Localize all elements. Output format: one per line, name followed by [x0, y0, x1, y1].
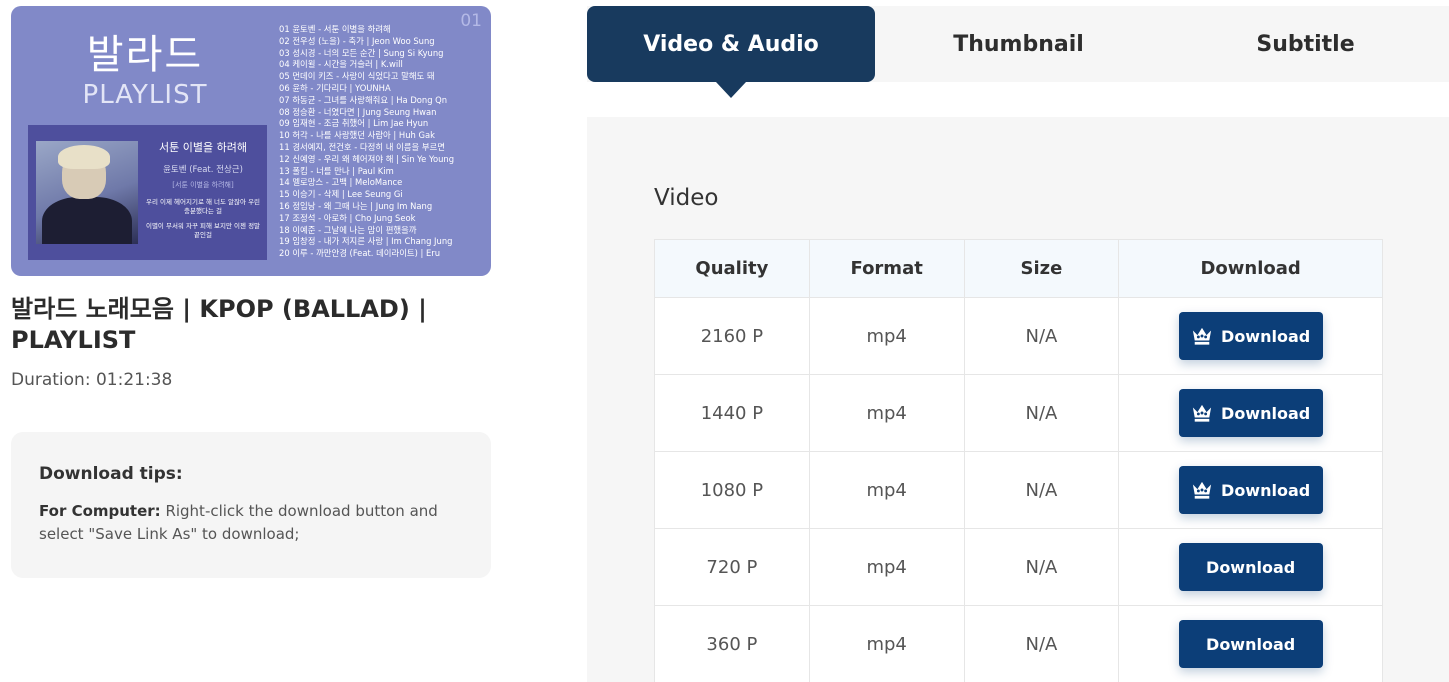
card-artist: 윤토벤 (Feat. 전상근) [163, 165, 243, 175]
track-line: 09 임재현 - 조금 취했어 | Lim Jae Hyun [279, 118, 429, 129]
track-line: 03 성시경 - 너의 모든 순간 | Sung Si Kyung [279, 47, 444, 58]
thumbnail-tracklist: 01 윤토벤 - 서툰 이별을 하려해 02 전우성 (노을) - 축가 | J… [279, 24, 491, 260]
row-download-cell: Download [1118, 374, 1383, 452]
card-lyric: 이별이 무서워 자꾸 피해 보지만 이젠 정말 끝인걸 [145, 222, 261, 239]
row-download-cell: Download [1118, 605, 1383, 682]
download-button-label: Download [1206, 634, 1296, 654]
row-quality: 1080 P [654, 451, 810, 529]
crown-icon [1192, 404, 1212, 422]
thumbnail-title: 발라드 [86, 32, 204, 78]
table-row: 720 Pmp4 N/A Download [654, 528, 1383, 606]
card-lyric: 우리 이제 헤어지기로 해 너도 알잖아 우린 충분했다는 걸 [145, 198, 261, 215]
track-line: 02 전우성 (노을) - 축가 | Jeon Woo Sung [279, 35, 435, 46]
row-download-cell: Download [1118, 528, 1383, 606]
video-download-table: Quality Format Size Download 2160 Pmp4 N/… [654, 239, 1383, 682]
row-size: N/A [963, 374, 1120, 452]
column-header-download: Download [1118, 239, 1383, 298]
tab-thumbnail[interactable]: Thumbnail [875, 6, 1162, 82]
row-quality: 360 P [654, 605, 810, 682]
download-button-label: Download [1221, 326, 1311, 346]
track-line: 17 조정석 - 아로하 | Cho Jung Seok [279, 212, 416, 223]
thumbnail-number-badge: 01 [460, 11, 482, 31]
tab-subtitle[interactable]: Subtitle [1162, 6, 1449, 82]
table-row: 1440 Pmp4 N/A Download [654, 374, 1383, 452]
column-header-format: Format [808, 239, 965, 298]
track-line: 10 허각 - 나를 사랑했던 사람아 | Huh Gak [279, 130, 435, 141]
track-line: 06 윤하 - 기다리다 | YOUNHA [279, 82, 391, 93]
crown-icon [1192, 481, 1212, 499]
active-tab-pointer [716, 82, 746, 98]
download-tips-box: Download tips: For Computer: Right-click… [11, 432, 491, 578]
track-line: 08 정승환 - 너였다면 | Jung Seung Hwan [279, 106, 437, 117]
row-format: mp4 [808, 297, 965, 375]
thumbnail-subtitle: PLAYLIST [82, 80, 208, 110]
track-line: 01 윤토벤 - 서툰 이별을 하려해 [279, 24, 391, 34]
column-header-size: Size [963, 239, 1120, 298]
table-row: 2160 Pmp4 N/A Download [654, 297, 1383, 375]
track-line: 18 이예준 - 그날에 나는 맘이 편했을까 [279, 224, 417, 235]
row-format: mp4 [808, 451, 965, 529]
row-format: mp4 [808, 528, 965, 606]
video-thumbnail: 발라드 PLAYLIST 서툰 이별을 하려해 윤토벤 (Feat. 전상근) … [11, 6, 491, 276]
track-line: 15 이승기 - 삭제 | Lee Seung Gi [279, 189, 403, 200]
track-line: 12 신예영 - 우리 왜 헤어져야 해 | Sin Ye Young [279, 153, 455, 164]
track-line: 07 하동균 - 그녀를 사랑해줘요 | Ha Dong Qn [279, 94, 448, 105]
artist-photo [36, 141, 138, 244]
tab-video-audio[interactable]: Video & Audio [587, 6, 875, 82]
tips-computer-label: For Computer: [39, 502, 161, 520]
format-tabs: Video & Audio Thumbnail Subtitle [587, 6, 1449, 82]
row-download-cell: Download [1118, 297, 1383, 375]
row-download-cell: Download [1118, 451, 1383, 529]
table-row: 360 Pmp4 N/A Download [654, 605, 1383, 682]
track-line: 14 멜로망스 - 고백 | MeloMance [279, 177, 403, 188]
card-tag: [서툰 이별을 하려해] [172, 181, 234, 189]
row-format: mp4 [808, 605, 965, 682]
video-duration: Duration: 01:21:38 [11, 370, 173, 390]
row-size: N/A [963, 528, 1120, 606]
row-format: mp4 [808, 374, 965, 452]
download-button[interactable]: Download [1178, 389, 1323, 437]
track-line: 13 폴킴 - 너를 만나 | Paul Kim [279, 165, 394, 176]
row-size: N/A [963, 297, 1120, 375]
download-button[interactable]: Download [1178, 466, 1323, 514]
download-tips-text: For Computer: Right-click the download b… [39, 500, 463, 546]
thumbnail-album-card: 서툰 이별을 하려해 윤토벤 (Feat. 전상근) [서툰 이별을 하려해] … [28, 125, 267, 260]
track-line: 04 케이윌 - 시간을 거슬러 | K.will [279, 59, 403, 70]
row-quality: 720 P [654, 528, 810, 606]
download-button-label: Download [1206, 557, 1296, 577]
download-button-label: Download [1221, 480, 1311, 500]
row-size: N/A [963, 451, 1120, 529]
download-button[interactable]: Download [1178, 620, 1323, 668]
track-line: 05 먼데이 키즈 - 사랑이 식었다고 말해도 돼 [279, 71, 435, 82]
table-header-row: Quality Format Size Download [654, 239, 1383, 298]
track-line: 16 정임낭 - 왜 그때 나는 | Jung Im Nang [279, 200, 433, 211]
column-header-quality: Quality [654, 239, 810, 298]
track-line: 11 경서예지, 전건호 - 다정히 내 이름을 부르면 [279, 141, 445, 152]
video-panel: Video Quality Format Size Download 2160 … [587, 117, 1449, 682]
row-quality: 2160 P [654, 297, 810, 375]
video-title: 발라드 노래모음 | KPOP (BALLAD) | PLAYLIST [11, 295, 427, 354]
download-button-label: Download [1221, 403, 1311, 423]
download-button[interactable]: Download [1178, 312, 1323, 360]
crown-icon [1192, 327, 1212, 345]
download-button[interactable]: Download [1178, 543, 1323, 591]
row-quality: 1440 P [654, 374, 810, 452]
track-line: 20 이루 - 까만안경 (Feat. 데이라이트) | Eru [279, 248, 441, 259]
card-song: 서툰 이별을 하려해 [159, 141, 247, 154]
row-size: N/A [963, 605, 1120, 682]
table-row: 1080 Pmp4 N/A Download [654, 451, 1383, 529]
download-tips-title: Download tips: [39, 464, 183, 484]
section-title: Video [654, 185, 719, 211]
track-line: 19 임창정 - 내가 저지른 사랑 | Im Chang Jung [279, 236, 453, 247]
